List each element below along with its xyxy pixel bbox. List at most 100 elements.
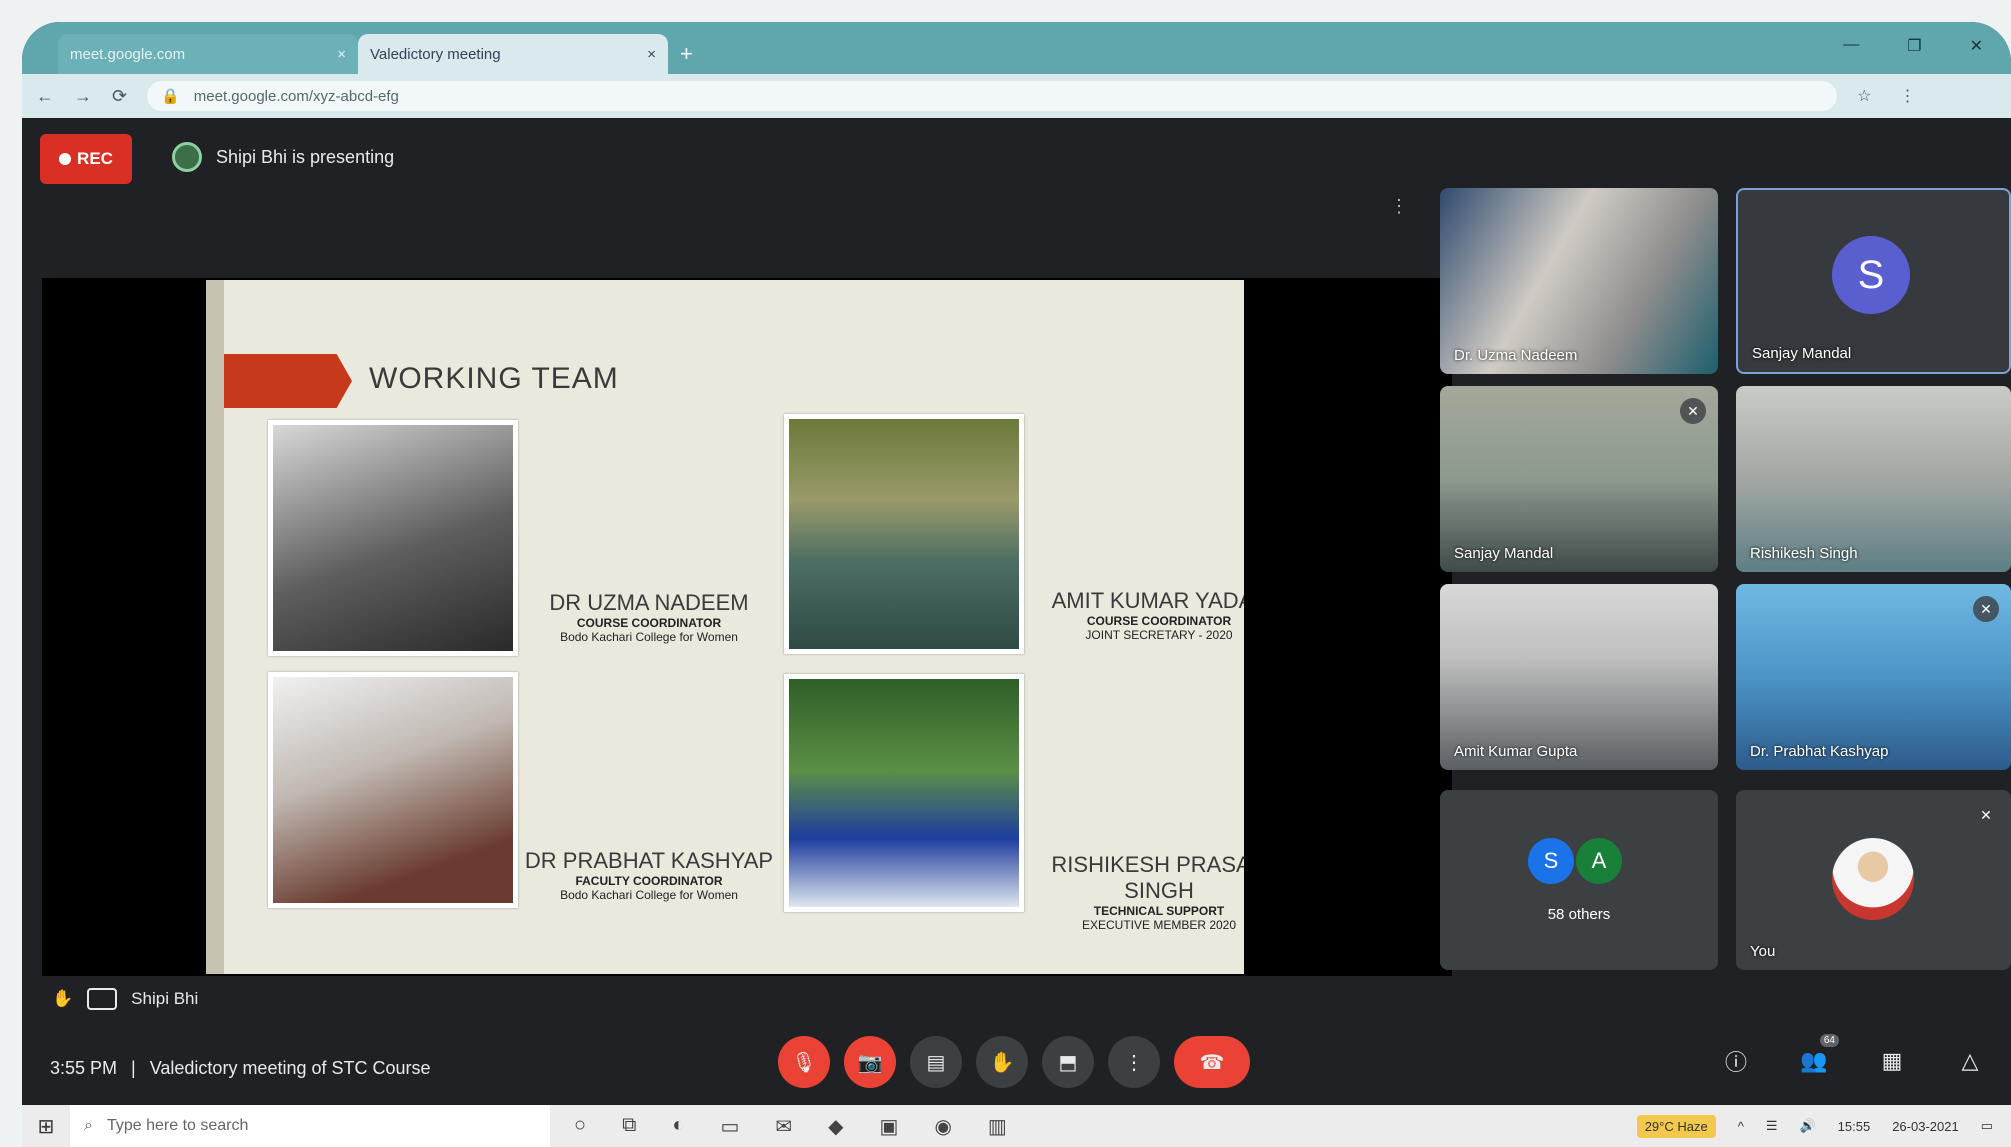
chrome-icon[interactable]: ◉ [934, 1114, 951, 1139]
mic-off-icon: ✕ [1680, 398, 1706, 424]
participant-tile[interactable]: Dr. Uzma Nadeem [1440, 188, 1718, 374]
participant-name: Sanjay Mandal [1752, 345, 1852, 362]
taskbar-apps: ○ ⧉ ◐ ▭ ✉ ◆ ▣ ◉ ▥ [574, 1114, 1007, 1139]
participant-tile[interactable]: ✕ Dr. Prabhat Kashyap [1736, 584, 2011, 770]
bookmark-star-icon[interactable]: ☆ [1857, 86, 1871, 106]
others-count: 58 others [1547, 906, 1611, 923]
meeting-details-button[interactable]: ⓘ [1717, 1042, 1755, 1080]
member-role: TECHNICAL SUPPORT [1093, 904, 1225, 918]
rec-label: REC [77, 149, 113, 168]
edge-icon[interactable]: ◐ [672, 1114, 684, 1139]
caption-speaker: Shipi Bhi [131, 989, 199, 1008]
minimize-icon[interactable]: — [1843, 36, 1859, 56]
present-button[interactable]: ⬒ [1042, 1036, 1094, 1088]
file-explorer-icon[interactable]: ▭ [720, 1114, 739, 1139]
back-icon[interactable]: ← [36, 86, 54, 107]
close-window-icon[interactable]: ✕ [1970, 36, 1983, 56]
member-name: AMIT KUMAR YADAV [1051, 588, 1244, 613]
network-icon[interactable]: ☰ [1766, 1118, 1778, 1134]
cortana-icon[interactable]: ○ [574, 1114, 586, 1139]
member-name: DR PRABHAT KASHYAP [524, 848, 774, 873]
participant-name: Dr. Prabhat Kashyap [1750, 743, 1889, 760]
url-text: meet.google.com/xyz-abcd-efg [193, 87, 399, 105]
captions-icon [87, 988, 118, 1010]
tray-date: 26-03-2021 [1892, 1118, 1959, 1134]
chat-icon: ▦ [1881, 1048, 1903, 1073]
lock-icon: 🔒 [161, 88, 180, 105]
pin-icon[interactable]: ⋮ [1390, 196, 1408, 217]
raise-hand-button[interactable]: ✋ [976, 1036, 1028, 1088]
tray-arrow-icon[interactable]: ^ [1738, 1119, 1744, 1134]
recording-indicator: REC [40, 134, 132, 184]
start-button[interactable]: ⊞ [22, 1114, 70, 1139]
system-tray: 29°C Haze ^ ☰ 🔊 15:55 26-03-2021 ▭ [1636, 1114, 2011, 1138]
browser-tab-active[interactable]: Valedictory meeting × [358, 34, 668, 74]
tab-close-icon[interactable]: × [337, 46, 346, 63]
more-options-button[interactable]: ⋮ [1108, 1036, 1160, 1088]
meeting-info: 3:55 PM | Valedictory meeting of STC Cou… [50, 1058, 431, 1079]
member-org: Bodo Kachari College for Women [560, 630, 738, 644]
presenter-avatar [172, 142, 202, 172]
member-card: DR PRABHAT KASHYAP FACULTY COORDINATOR B… [519, 848, 779, 902]
weather-widget[interactable]: 29°C Haze [1636, 1114, 1716, 1138]
tray-time: 15:55 [1837, 1118, 1871, 1134]
member-org: JOINT SECRETARY - 2020 [1085, 628, 1233, 642]
camera-toggle-button[interactable]: 📷 [844, 1036, 896, 1088]
address-bar-actions: ☆ ⋮ [1857, 86, 1915, 106]
search-placeholder: Type here to search [106, 1117, 249, 1134]
browser-tab[interactable]: meet.google.com × [58, 34, 358, 74]
info-separator: | [131, 1058, 136, 1078]
camera-off-icon: 📷 [857, 1051, 883, 1074]
new-tab-button[interactable]: + [680, 34, 693, 74]
others-tile[interactable]: S A 58 others [1440, 790, 1718, 970]
caption-row: ✋ Shipi Bhi [52, 988, 198, 1010]
meeting-time: 3:55 PM [50, 1058, 118, 1078]
member-photo [784, 674, 1024, 912]
people-button[interactable]: 👥 64 [1795, 1034, 1839, 1080]
member-photo [268, 672, 518, 908]
activities-button[interactable]: △ [1951, 1042, 1989, 1080]
member-role: COURSE COORDINATOR [1086, 614, 1232, 628]
participant-tile[interactable]: Rishikesh Singh [1736, 386, 2011, 572]
leave-call-button[interactable]: ☎ [1174, 1036, 1250, 1088]
window-controls: — ❐ ✕ [1843, 36, 1983, 56]
windows-taskbar: ⊞ ⌕ Type here to search ○ ⧉ ◐ ▭ ✉ ◆ ▣ ◉ … [22, 1105, 2011, 1147]
presenting-text: Shipi Bhi is presenting [216, 146, 395, 167]
sticky-notes-icon[interactable]: ▣ [880, 1114, 899, 1139]
title-ribbon [224, 354, 352, 408]
mail-icon[interactable]: ✉ [775, 1114, 792, 1139]
meet-window: REC Shipi Bhi is presenting ⋮ WORKING TE… [22, 118, 2011, 1127]
maximize-icon[interactable]: ❐ [1907, 36, 1921, 56]
url-field[interactable]: 🔒 meet.google.com/xyz-abcd-efg [147, 81, 1838, 111]
slide-title: WORKING TEAM [369, 362, 619, 395]
participant-avatar: S [1832, 236, 1910, 314]
task-view-icon[interactable]: ⧉ [622, 1114, 636, 1139]
meeting-side-controls: ⓘ 👥 64 ▦ △ [1717, 1034, 1989, 1080]
mic-toggle-button[interactable]: 🎙 [778, 1036, 830, 1088]
browser-menu-icon[interactable]: ⋮ [1899, 86, 1915, 106]
participant-tile[interactable]: ✕ Sanjay Mandal [1440, 386, 1718, 572]
chat-button[interactable]: ▦ [1873, 1042, 1911, 1080]
tab-close-icon[interactable]: × [647, 46, 656, 63]
participant-avatar: S [1528, 838, 1574, 884]
phone-hangup-icon: ☎ [1199, 1051, 1225, 1074]
notifications-icon[interactable]: ▭ [1981, 1118, 1993, 1134]
participant-tile[interactable]: S Sanjay Mandal [1736, 188, 2011, 374]
participant-tile[interactable]: Amit Kumar Gupta [1440, 584, 1718, 770]
participant-avatar: A [1576, 838, 1622, 884]
taskbar-search[interactable]: ⌕ Type here to search [70, 1105, 550, 1147]
captions-button[interactable]: ▤ [910, 1036, 962, 1088]
mic-off-icon: 🎙 [791, 1051, 817, 1074]
forward-icon[interactable]: → [74, 86, 92, 107]
volume-icon[interactable]: 🔊 [1799, 1118, 1815, 1134]
cc-icon: ▤ [926, 1051, 946, 1074]
chart-app-icon[interactable]: ▥ [988, 1114, 1007, 1139]
member-card: RISHIKESH PRASAD SINGH TECHNICAL SUPPORT… [1029, 852, 1244, 932]
member-photo [784, 414, 1024, 654]
reload-icon[interactable]: ⟳ [112, 86, 127, 107]
dropbox-icon[interactable]: ◆ [828, 1114, 843, 1139]
mic-off-icon: ✕ [1973, 802, 1999, 828]
self-tile[interactable]: ✕ You [1736, 790, 2011, 970]
member-role: COURSE COORDINATOR [576, 616, 722, 630]
search-icon: ⌕ [84, 1117, 93, 1134]
